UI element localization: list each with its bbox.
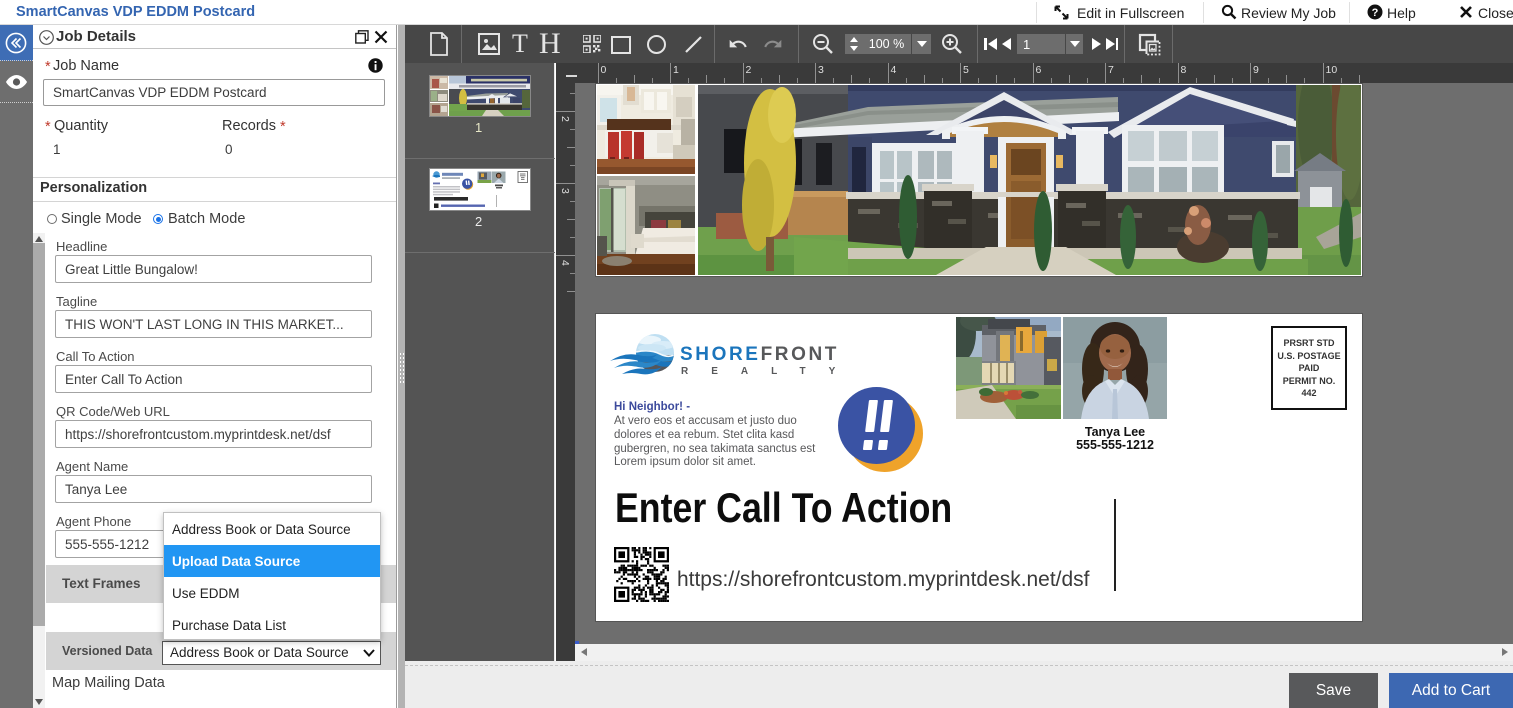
svg-text:?: ? bbox=[1372, 7, 1379, 19]
